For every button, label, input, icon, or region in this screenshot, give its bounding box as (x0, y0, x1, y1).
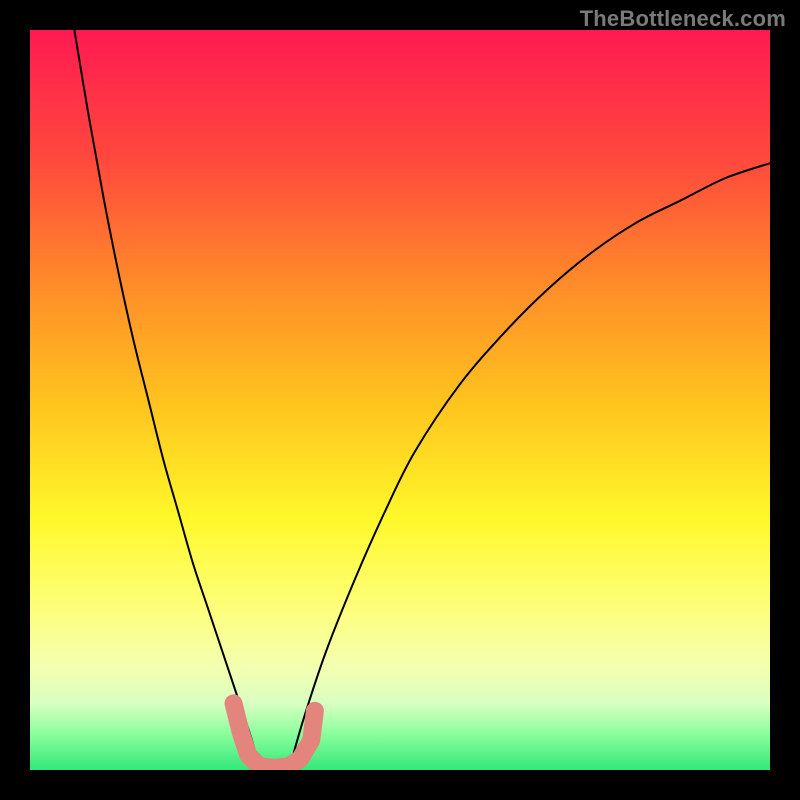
left-curve-line (74, 30, 259, 770)
bottleneck-marker (234, 703, 315, 767)
watermark-text: TheBottleneck.com (580, 6, 786, 32)
chart-plot-area (30, 30, 770, 770)
chart-svg (30, 30, 770, 770)
right-curve-line (289, 163, 770, 770)
